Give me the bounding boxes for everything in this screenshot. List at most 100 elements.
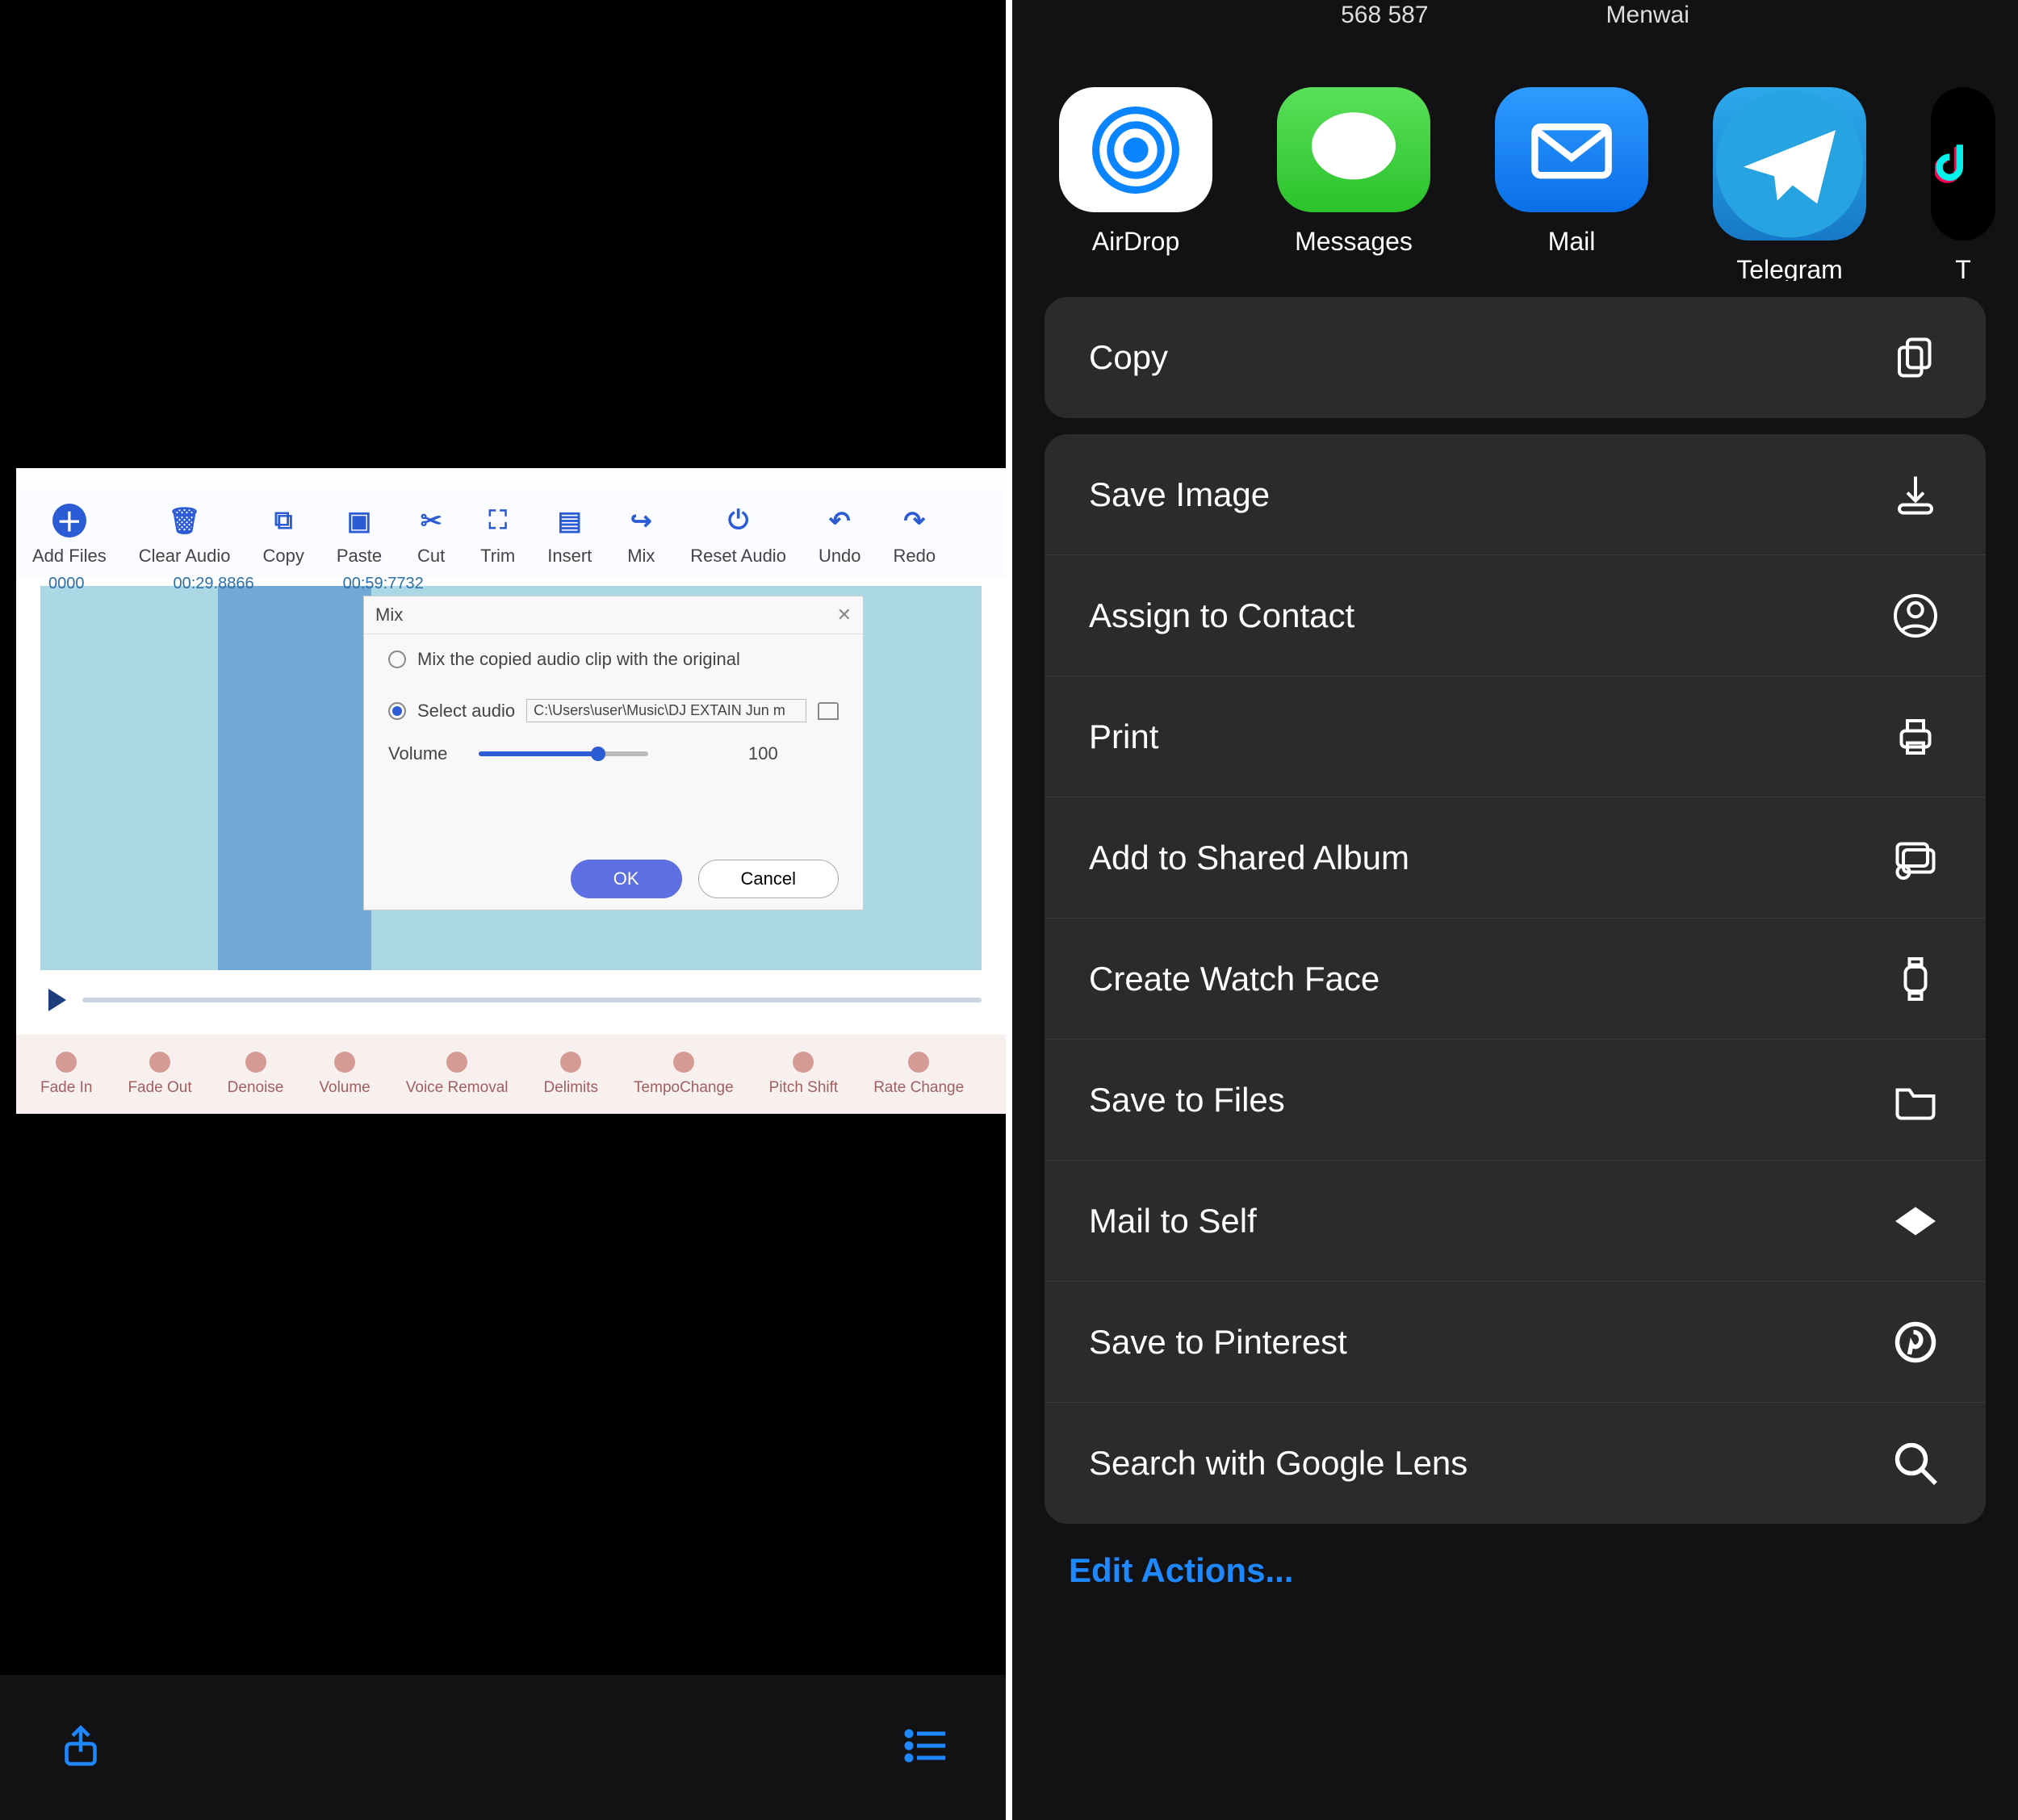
opt-mix-copied-label: Mix the copied audio clip with the origi… — [417, 649, 740, 670]
share-app-airdrop[interactable]: AirDrop — [1059, 87, 1212, 257]
redo-label: Redo — [894, 546, 936, 567]
share-app-mail[interactable]: Mail — [1495, 87, 1648, 257]
volume-label: Volume — [388, 743, 461, 764]
reset-audio-label: Reset Audio — [690, 546, 786, 567]
paste-button[interactable]: ▣ Paste — [337, 504, 382, 567]
ok-button[interactable]: OK — [571, 860, 682, 898]
action-save-image[interactable]: Save Image — [1045, 434, 1986, 555]
share-icon[interactable] — [57, 1722, 105, 1774]
docs-icon — [1890, 332, 1941, 383]
fx-delimits[interactable]: Delimits — [543, 1052, 598, 1097]
print-label: Print — [1089, 718, 1158, 756]
actions-group: Save Image Assign to Contact — [1045, 434, 1986, 1524]
clear-audio-button[interactable]: 🗑 Clear Audio — [139, 504, 231, 567]
fx-fade-out[interactable]: Fade Out — [128, 1052, 191, 1097]
tiktok-label: T — [1955, 255, 1971, 281]
mail-icon — [1495, 87, 1648, 212]
tiktok-icon — [1931, 87, 1995, 241]
play-button[interactable] — [48, 989, 66, 1011]
copy-button[interactable]: ⧉ Copy — [262, 504, 304, 567]
telegram-icon — [1713, 87, 1866, 241]
copy-label: Copy — [262, 546, 304, 567]
action-save-to-pinterest[interactable]: Save to Pinterest — [1045, 1282, 1986, 1403]
action-create-watch-face[interactable]: Create Watch Face — [1045, 918, 1986, 1040]
add-files-label: Add Files — [32, 546, 107, 567]
audio-path-input[interactable]: C:\Users\user\Music\DJ EXTAIN Jun m — [526, 699, 806, 722]
action-search-google-lens[interactable]: Search with Google Lens — [1045, 1403, 1986, 1524]
seek-bar[interactable] — [82, 998, 982, 1002]
cancel-button[interactable]: Cancel — [698, 860, 839, 898]
assign-contact-label: Assign to Contact — [1089, 596, 1354, 635]
messages-label: Messages — [1295, 227, 1413, 257]
crop-icon: ⛶ — [481, 504, 515, 538]
redo-button[interactable]: ↷ Redo — [894, 504, 936, 567]
fx-denoise[interactable]: Denoise — [228, 1052, 284, 1097]
action-print[interactable]: Print — [1045, 676, 1986, 797]
fx-voice-removal[interactable]: Voice Removal — [406, 1052, 509, 1097]
header-right-label: Menwai — [1606, 2, 1689, 39]
share-apps-row[interactable]: AirDrop Messages Mail — [1012, 39, 2018, 281]
printer-icon — [1890, 711, 1941, 763]
list-icon[interactable] — [901, 1722, 949, 1774]
header-left-label: 568 587 — [1341, 2, 1428, 39]
search-icon — [1890, 1437, 1941, 1489]
timecode: 00:59:7732 — [343, 575, 424, 593]
trim-label: Trim — [480, 546, 515, 567]
cut-label: Cut — [417, 546, 445, 567]
save-to-files-label: Save to Files — [1089, 1081, 1285, 1119]
copy-icon: ⧉ — [266, 504, 300, 538]
radio-mix-copied[interactable] — [388, 651, 406, 668]
undo-button[interactable]: ↶ Undo — [819, 504, 861, 567]
opt-select-audio-label: Select audio — [417, 701, 515, 722]
telegram-label: Telegram — [1736, 255, 1843, 281]
action-copy[interactable]: Copy — [1045, 297, 1986, 418]
folder-icon[interactable] — [818, 702, 839, 720]
radio-select-audio[interactable] — [388, 702, 406, 720]
timecode: 0000 — [48, 575, 85, 593]
folder-icon — [1890, 1074, 1941, 1126]
scissors-icon: ✂ — [414, 504, 448, 538]
add-files-button[interactable]: ＋ Add Files — [32, 504, 107, 567]
add-shared-album-label: Add to Shared Album — [1089, 839, 1409, 877]
share-sheet: 568 587 Menwai AirDrop — [1012, 0, 2018, 1820]
share-app-tiktok[interactable]: T — [1931, 87, 1995, 257]
fx-tempo-change[interactable]: TempoChange — [634, 1052, 734, 1097]
cut-button[interactable]: ✂ Cut — [414, 504, 448, 567]
insert-button[interactable]: ▤ Insert — [547, 504, 592, 567]
insert-label: Insert — [547, 546, 592, 567]
redo-icon: ↷ — [898, 504, 932, 538]
trim-button[interactable]: ⛶ Trim — [480, 504, 515, 567]
timecodes: 0000 00:29.8866 00:59:7732 — [48, 575, 424, 593]
action-add-shared-album[interactable]: Add to Shared Album — [1045, 797, 1986, 918]
power-icon: ⏻ — [722, 504, 756, 538]
timecode: 00:29.8866 — [174, 575, 254, 593]
action-mail-to-self[interactable]: Mail to Self — [1045, 1161, 1986, 1282]
close-icon[interactable]: ✕ — [837, 605, 852, 625]
contact-icon — [1890, 590, 1941, 642]
edit-actions-link[interactable]: Edit Actions... — [1069, 1551, 2018, 1590]
watch-face-label: Create Watch Face — [1089, 960, 1380, 998]
action-assign-contact[interactable]: Assign to Contact — [1045, 555, 1986, 676]
reset-audio-button[interactable]: ⏻ Reset Audio — [690, 504, 786, 567]
pinterest-icon — [1890, 1316, 1941, 1368]
audio-toolbar: ＋ Add Files 🗑 Clear Audio ⧉ Copy ▣ Paste… — [16, 489, 1006, 578]
fx-pitch-shift[interactable]: Pitch Shift — [769, 1052, 839, 1097]
fx-fade-in[interactable]: Fade In — [40, 1052, 92, 1097]
insert-icon: ▤ — [553, 504, 587, 538]
save-image-label: Save Image — [1089, 475, 1270, 514]
share-header: 568 587 Menwai — [1012, 0, 2018, 39]
mix-button[interactable]: ↪ Mix — [624, 504, 658, 567]
share-app-telegram[interactable]: Telegram — [1713, 87, 1866, 257]
undo-label: Undo — [819, 546, 861, 567]
paste-icon: ▣ — [342, 504, 376, 538]
fx-volume[interactable]: Volume — [319, 1052, 370, 1097]
mix-label: Mix — [627, 546, 655, 567]
plus-icon: ＋ — [52, 504, 86, 538]
share-app-messages[interactable]: Messages — [1277, 87, 1430, 257]
waveform-area[interactable]: 0000 00:29.8866 00:59:7732 Mix ✕ Mix the… — [16, 578, 1006, 1035]
action-save-to-files[interactable]: Save to Files — [1045, 1040, 1986, 1161]
mix-icon: ↪ — [624, 504, 658, 538]
copy-group: Copy — [1045, 297, 1986, 418]
fx-rate-change[interactable]: Rate Change — [873, 1052, 964, 1097]
volume-slider[interactable] — [479, 751, 648, 756]
